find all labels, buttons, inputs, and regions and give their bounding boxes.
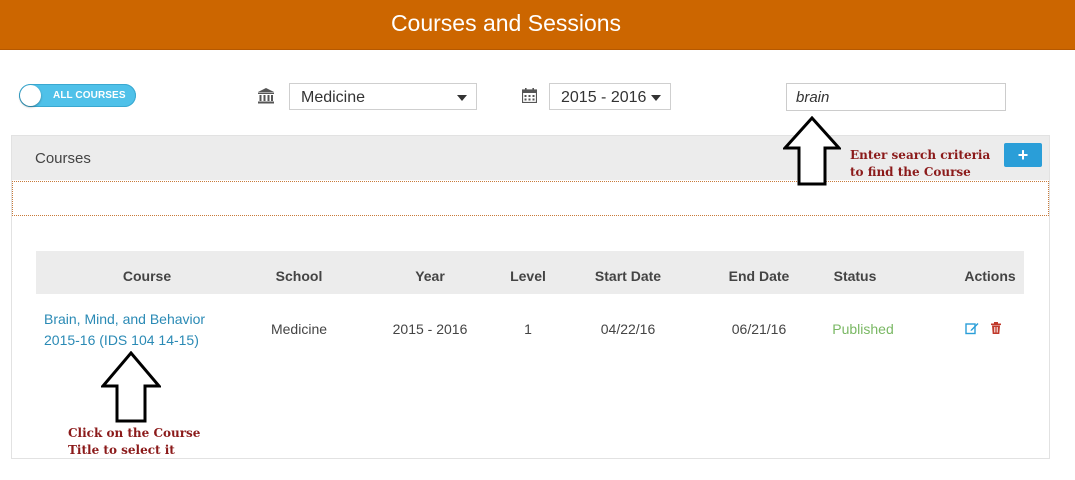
edit-icon[interactable] xyxy=(965,321,979,335)
course-annotation-line1: Click on the Course xyxy=(68,426,201,440)
up-arrow-icon xyxy=(101,351,161,423)
course-title-line1[interactable]: Brain, Mind, and Behavior xyxy=(44,309,234,330)
column-header-year[interactable]: Year xyxy=(415,268,445,284)
cell-end-date: 06/21/16 xyxy=(731,321,787,337)
chevron-down-icon xyxy=(651,95,661,101)
search-input[interactable] xyxy=(786,83,1006,111)
school-select[interactable]: Medicine xyxy=(289,83,477,110)
column-header-end-date[interactable]: End Date xyxy=(729,268,790,284)
column-header-school[interactable]: School xyxy=(276,268,323,284)
column-header-start-date[interactable]: Start Date xyxy=(595,268,661,284)
course-annotation-line2: Title to select it xyxy=(68,443,175,457)
new-course-area xyxy=(12,181,1049,216)
column-header-actions: Actions xyxy=(964,268,1016,284)
status-badge: Published xyxy=(832,321,894,337)
search-annotation-line1: Enter search criteria xyxy=(850,148,991,162)
column-header-course[interactable]: Course xyxy=(123,268,171,284)
column-header-status[interactable]: Status xyxy=(834,268,877,284)
course-title-line2[interactable]: 2015-16 (IDS 104 14-15) xyxy=(44,330,234,351)
year-select-value: 2015 - 2016 xyxy=(561,89,647,106)
search-annotation: Enter search criteria to find the Course xyxy=(850,147,1010,181)
cell-school: Medicine xyxy=(270,321,328,337)
course-annotation: Click on the Course Title to select it xyxy=(68,425,218,459)
trash-icon[interactable] xyxy=(989,321,1003,335)
panel-title: Courses xyxy=(35,150,91,167)
cell-start-date: 04/22/16 xyxy=(600,321,656,337)
toggle-knob[interactable] xyxy=(20,85,41,106)
year-select[interactable]: 2015 - 2016 xyxy=(549,83,671,110)
courses-panel: Courses + Course School Year Level Start… xyxy=(11,135,1050,459)
course-title-link[interactable]: Brain, Mind, and Behavior 2015-16 (IDS 1… xyxy=(44,309,234,351)
all-courses-toggle[interactable]: ALL COURSES xyxy=(19,84,136,107)
cell-year: 2015 - 2016 xyxy=(392,321,468,337)
school-select-value: Medicine xyxy=(301,89,366,106)
calendar-icon xyxy=(522,88,537,103)
chevron-down-icon xyxy=(457,95,467,101)
header-bar: Courses and Sessions xyxy=(0,0,1075,50)
page-title: Courses and Sessions xyxy=(390,10,622,36)
column-header-level[interactable]: Level xyxy=(510,268,546,284)
up-arrow-icon xyxy=(783,116,841,186)
table-header: Course School Year Level Start Date End … xyxy=(36,251,1024,294)
search-annotation-line2: to find the Course xyxy=(850,165,971,179)
toggle-label: ALL COURSES xyxy=(53,90,126,101)
cell-level: 1 xyxy=(524,321,532,337)
university-icon xyxy=(258,88,274,104)
